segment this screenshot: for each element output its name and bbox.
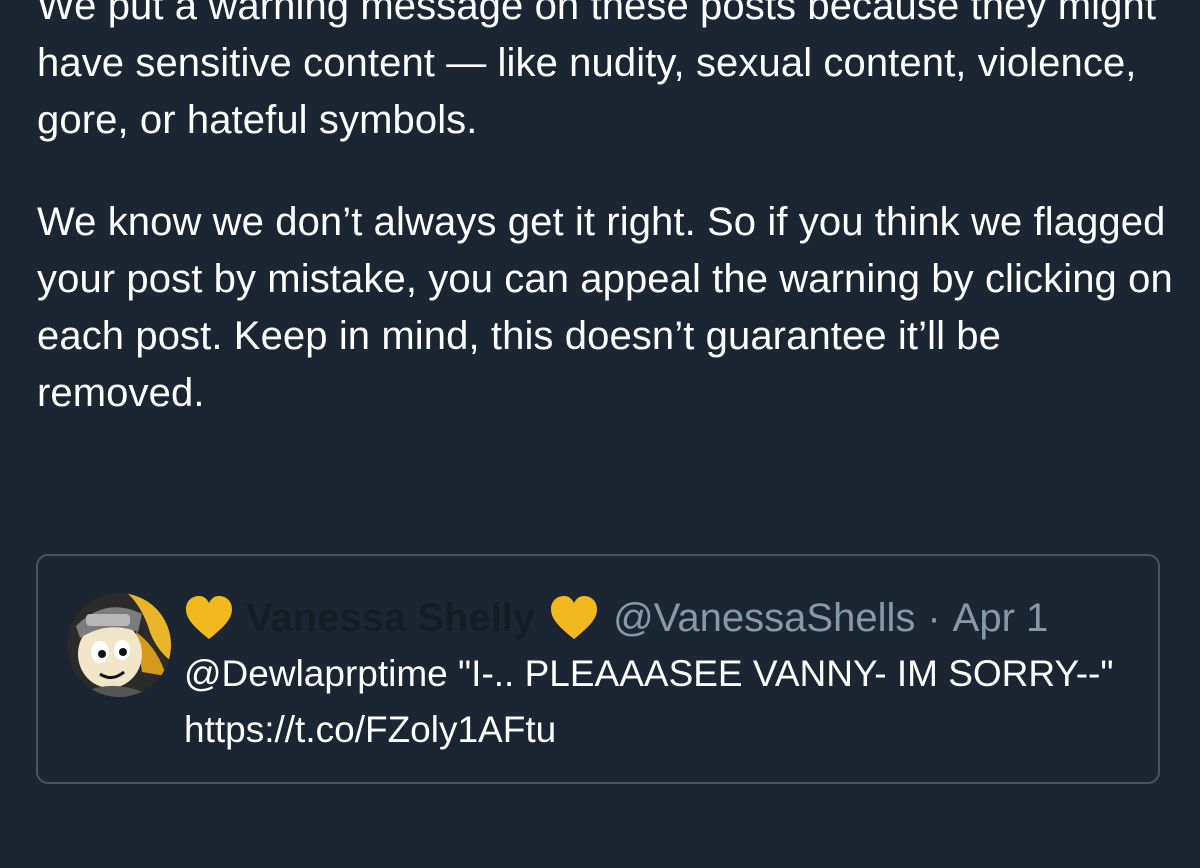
user-handle[interactable]: @VanessaShells: [613, 596, 915, 641]
quoted-tweet-text: @Dewlaprptime "I-.. PLEAAASEE VANNY- IM …: [184, 653, 1114, 750]
avatar[interactable]: [66, 592, 172, 698]
warning-paragraph-1: We put a warning message on these posts …: [37, 0, 1157, 142]
yellow-heart-icon: [186, 596, 232, 639]
quoted-tweet-header: Vanessa Shelly @VanessaShells · Apr 1: [184, 592, 1048, 644]
warning-paragraph-2: We know we don’t always get it right. So…: [37, 200, 1173, 415]
separator-dot: ·: [927, 595, 941, 640]
tweet-date[interactable]: Apr 1: [953, 596, 1049, 641]
yellow-heart-icon: [551, 596, 598, 639]
display-name[interactable]: Vanessa Shelly: [246, 596, 535, 641]
